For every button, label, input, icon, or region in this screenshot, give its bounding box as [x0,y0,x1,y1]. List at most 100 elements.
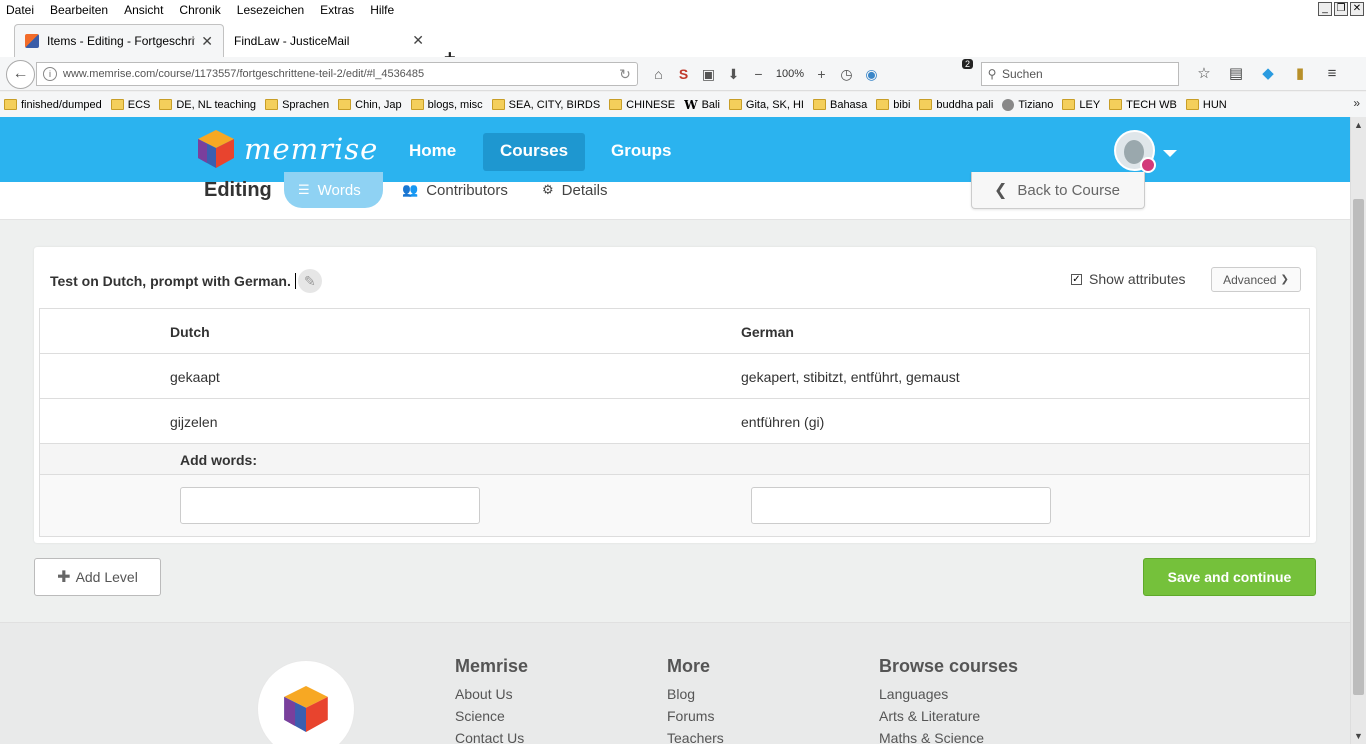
show-attributes-toggle[interactable]: ✓ Show attributes [1071,271,1186,287]
minimize-icon[interactable]: _ [1318,2,1332,16]
menu-extras[interactable]: Extras [320,3,354,17]
tab-title: Items - Editing - Fortgeschritt… [47,34,195,48]
chevron-down-icon[interactable] [1163,150,1177,157]
extension-book-icon[interactable]: ▮ [1284,64,1316,82]
bookmark-item[interactable]: DE, NL teaching [159,99,256,111]
nav-home[interactable]: Home [392,133,473,171]
bookmark-item[interactable]: Bahasa [812,99,867,111]
close-tab-icon[interactable]: ✕ [201,33,213,50]
tab-memrise[interactable]: Items - Editing - Fortgeschritt… ✕ [14,24,224,57]
scroll-down-icon[interactable]: ▼ [1354,731,1363,741]
url-text[interactable]: www.memrise.com/course/1173557/fortgesch… [63,68,613,80]
extension-blue-icon[interactable]: ◆ [1252,64,1284,82]
level-heading[interactable]: Test on Dutch, prompt with German. ✎ [50,269,322,293]
footer-link[interactable]: Blog [667,686,724,702]
bookmark-item[interactable]: finished/dumped [4,99,102,111]
download-icon[interactable]: ⬇ [721,64,746,84]
advanced-dropdown[interactable]: Advanced ❯ [1211,267,1301,292]
zoom-level[interactable]: 100% [771,68,809,80]
german-input[interactable] [751,487,1051,524]
bookmark-item[interactable]: ECS [110,99,150,111]
search-box[interactable]: ⚲ Suchen [981,62,1179,86]
bookmark-item[interactable]: CHINESE [609,99,675,111]
reload-icon[interactable]: ↻ [613,66,637,83]
save-and-continue-button[interactable]: Save and continue [1143,558,1316,596]
footer-link[interactable]: About Us [455,686,528,702]
tab-words[interactable]: ☰ Words [284,172,383,208]
bookmark-item[interactable]: LEY [1062,99,1100,111]
url-bar[interactable]: i www.memrise.com/course/1173557/fortges… [36,62,638,86]
bookmark-item[interactable]: W Bali [684,98,720,112]
home-icon[interactable]: ⌂ [646,64,671,84]
tab-findlaw[interactable]: FindLaw - JusticeMail ✕ [224,24,434,57]
footer-link[interactable]: Arts & Literature [879,708,1018,724]
table-row[interactable]: gijzelen entführen (gi) [40,399,1309,444]
nav-groups[interactable]: Groups [594,133,688,171]
menu-lesezeichen[interactable]: Lesezeichen [237,3,304,17]
bookmark-item[interactable]: SEA, CITY, BIRDS [491,99,600,111]
bookmark-item[interactable]: Chin, Jap [338,99,402,111]
footer-link[interactable]: Maths & Science [879,730,1018,744]
footer-link[interactable]: Languages [879,686,1018,702]
add-level-button[interactable]: ✚ Add Level [34,558,161,596]
search-placeholder[interactable]: Suchen [1002,67,1043,81]
bookmark-item[interactable]: TECH WB [1109,99,1177,111]
menu-chronik[interactable]: Chronik [179,3,220,17]
dutch-input[interactable] [180,487,480,524]
close-tab-icon[interactable]: ✕ [412,32,424,49]
bookmark-item[interactable]: Tiziano [1002,98,1053,111]
bookmark-item[interactable]: HUN [1185,99,1227,111]
bookmark-item[interactable]: bibi [876,99,910,111]
bookmarks-overflow-icon[interactable]: » [1353,96,1360,110]
menu-datei[interactable]: Datei [6,3,34,17]
folder-icon [110,99,124,110]
tab-contributors-label: Contributors [426,181,508,199]
footer-link[interactable]: Contact Us [455,730,528,744]
column-header-german[interactable]: German [741,324,794,340]
back-to-course-button[interactable]: ❮ Back to Course [971,172,1145,209]
back-arrow-icon[interactable]: ← [6,60,35,89]
notification-icon[interactable]: ◉ [859,64,884,84]
menu-ansicht[interactable]: Ansicht [124,3,163,17]
table-row[interactable]: gekaapt gekapert, stibitzt, entführt, ge… [40,354,1309,399]
extension-s-icon[interactable]: S [671,64,696,84]
bookmark-item[interactable]: Sprachen [265,99,329,111]
footer-link[interactable]: Forums [667,708,724,724]
memrise-logo[interactable]: memrise [198,130,378,168]
menu-hilfe[interactable]: Hilfe [370,3,394,17]
show-attributes-checkbox[interactable]: ✓ [1071,273,1082,285]
tab-contributors[interactable]: 👥 Contributors [402,172,508,208]
bookmark-item[interactable]: Gita, SK, HI [728,99,804,111]
scrollbar-thumb[interactable] [1353,199,1364,695]
footer-logo[interactable] [258,661,354,744]
footer-link[interactable]: Teachers [667,730,724,744]
zoom-in-icon[interactable]: + [809,64,834,84]
wikipedia-icon: W [684,97,698,112]
page-scrollbar[interactable]: ▲ ▼ [1350,117,1366,744]
close-window-icon[interactable]: ✕ [1350,2,1364,16]
scroll-up-icon[interactable]: ▲ [1354,120,1363,130]
hamburger-menu-icon[interactable]: ≡ [1316,65,1348,82]
library-icon[interactable]: ▤ [1220,64,1252,82]
cell-dutch[interactable]: gijzelen [170,414,217,430]
restore-icon[interactable]: ❐ [1334,2,1348,16]
cell-dutch[interactable]: gekaapt [170,369,220,385]
extension-square-icon[interactable]: ▣ [696,64,721,84]
zoom-out-icon[interactable]: − [746,64,771,84]
folder-icon [491,99,505,110]
bookmark-item[interactable]: blogs, misc [410,99,483,111]
bookmark-item[interactable]: buddha pali [919,99,993,111]
bookmark-label: buddha pali [936,98,994,111]
column-header-dutch[interactable]: Dutch [170,324,210,340]
bookmark-star-icon[interactable]: ☆ [1188,64,1220,82]
level-heading-text[interactable]: Test on Dutch, prompt with German. [50,273,291,289]
menu-bearbeiten[interactable]: Bearbeiten [50,3,108,17]
tab-details[interactable]: ⚙ Details [542,172,608,208]
info-icon[interactable]: i [43,67,57,81]
cell-german[interactable]: entführen (gi) [741,414,824,430]
cell-german[interactable]: gekapert, stibitzt, entführt, gemaust [741,369,960,385]
paperclip-icon[interactable]: ✎ [297,269,322,293]
history-icon[interactable]: ◷ [834,64,859,84]
nav-courses[interactable]: Courses [483,133,586,171]
footer-link[interactable]: Science [455,708,528,724]
